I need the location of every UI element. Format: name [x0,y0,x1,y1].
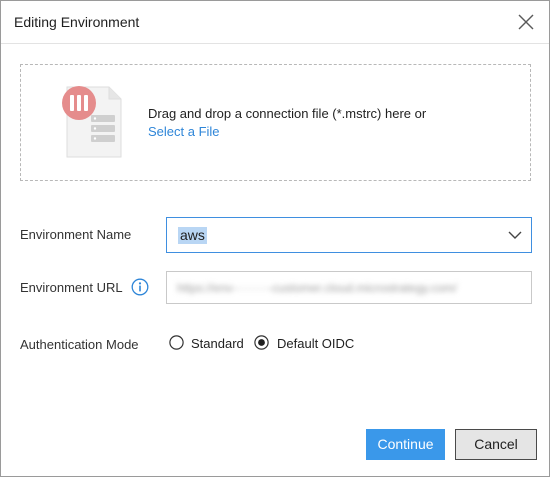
environment-url-field[interactable]: https://env-········-customer.cloud.micr… [166,271,532,304]
default-oidc-radio-label[interactable]: Default OIDC [277,336,354,351]
close-icon [518,14,534,30]
info-icon[interactable] [131,278,149,296]
drop-instruction: Drag and drop a connection file (*.mstrc… [148,106,427,121]
close-button[interactable] [515,11,537,33]
environment-url-label: Environment URL [20,280,123,295]
cancel-button[interactable]: Cancel [455,429,537,460]
dialog-title: Editing Environment [14,14,140,30]
select-file-link[interactable]: Select a File [148,124,220,139]
authentication-mode-label: Authentication Mode [20,337,139,352]
environment-name-label: Environment Name [20,227,132,242]
environment-url-redacted-value: https://env-········-customer.cloud.micr… [177,281,457,295]
environment-name-value: aws [178,227,207,244]
dialog-titlebar: Editing Environment [1,1,549,44]
continue-button[interactable]: Continue [366,429,445,460]
default-oidc-radio[interactable] [254,335,269,350]
chevron-down-icon [508,231,522,239]
standard-radio-label[interactable]: Standard [191,336,244,351]
environment-name-dropdown[interactable]: aws [166,217,532,253]
editing-environment-dialog: Editing Environment Drag and drop a conn… [0,0,550,477]
connection-file-icon [57,81,127,161]
standard-radio[interactable] [169,335,184,350]
